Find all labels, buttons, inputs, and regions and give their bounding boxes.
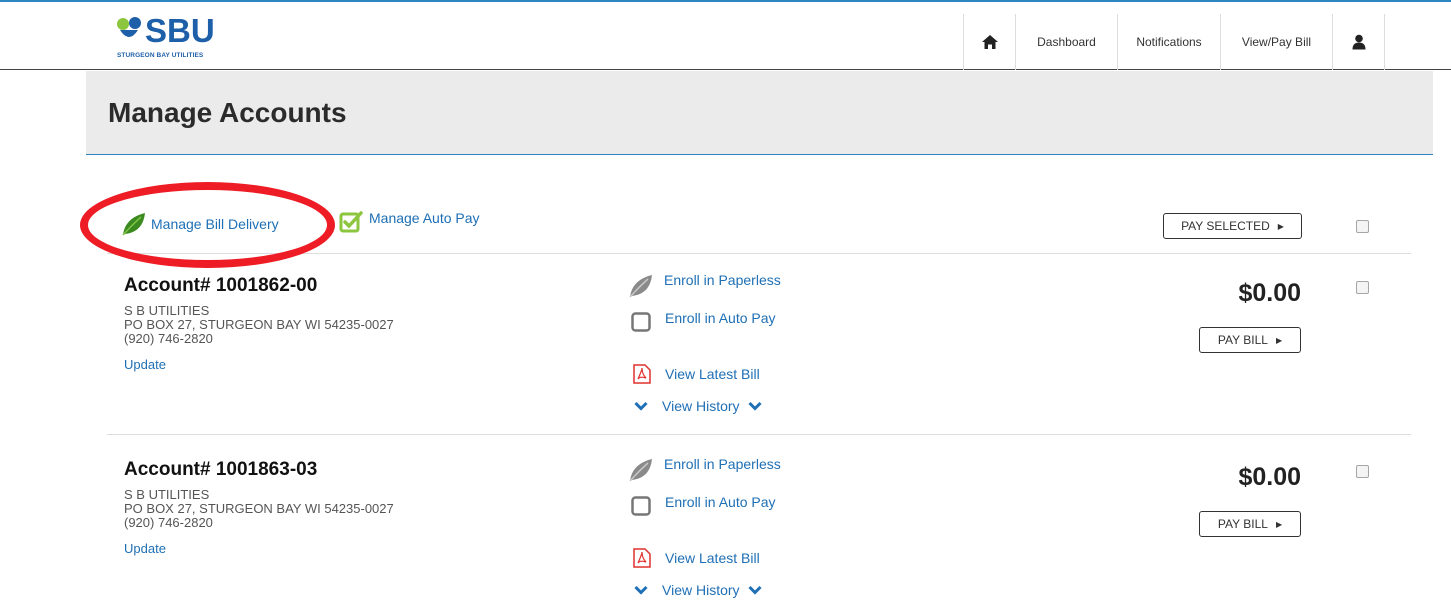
home-icon bbox=[981, 35, 998, 49]
account-name: S B UTILITIES bbox=[124, 303, 210, 318]
chevron-down-icon bbox=[634, 398, 648, 414]
view-latest-bill-label: View Latest Bill bbox=[665, 550, 760, 566]
enroll-autopay-label: Enroll in Auto Pay bbox=[665, 494, 776, 510]
empty-square-icon bbox=[631, 496, 651, 516]
chevron-down-icon bbox=[634, 582, 648, 598]
view-history-label: View History bbox=[662, 582, 740, 598]
account-balance: $0.00 bbox=[1238, 463, 1301, 491]
view-history-link[interactable]: View History bbox=[634, 582, 762, 598]
user-icon bbox=[1352, 34, 1365, 50]
view-history-link[interactable]: View History bbox=[634, 398, 762, 414]
nav-notifications[interactable]: Notifications bbox=[1118, 14, 1221, 70]
pdf-icon bbox=[633, 364, 651, 384]
green-leaf-icon bbox=[122, 213, 145, 236]
account-address: PO BOX 27, STURGEON BAY WI 54235-0027 bbox=[124, 317, 394, 332]
manage-bill-delivery-label: Manage Bill Delivery bbox=[151, 216, 279, 232]
account-phone: (920) 746-2820 bbox=[124, 331, 213, 346]
chevron-down-icon bbox=[747, 582, 762, 598]
divider bbox=[107, 434, 1411, 435]
sbu-logo[interactable]: SBU STURGEON BAY UTILITIES bbox=[115, 12, 275, 64]
caret-right-icon: ▶ bbox=[1275, 519, 1283, 529]
empty-square-icon bbox=[631, 312, 651, 332]
header: SBU STURGEON BAY UTILITIES Dashboard Not… bbox=[0, 2, 1451, 70]
view-latest-bill-label: View Latest Bill bbox=[665, 366, 760, 382]
account-name: S B UTILITIES bbox=[124, 487, 210, 502]
enroll-paperless-link[interactable]: Enroll in Paperless bbox=[628, 272, 781, 298]
logo-tagline: STURGEON BAY UTILITIES bbox=[117, 52, 204, 59]
account-balance: $0.00 bbox=[1238, 279, 1301, 307]
pay-selected-label: PAY SELECTED bbox=[1181, 219, 1270, 233]
gray-leaf-icon bbox=[629, 459, 652, 482]
divider bbox=[107, 253, 1411, 254]
logo-mark-icon bbox=[117, 17, 141, 37]
pay-selected-button[interactable]: PAY SELECTED ▶ bbox=[1163, 213, 1302, 239]
enroll-autopay-link[interactable]: Enroll in Auto Pay bbox=[631, 310, 776, 332]
account-checkbox[interactable] bbox=[1356, 281, 1369, 294]
pay-bill-label: PAY BILL bbox=[1217, 333, 1268, 347]
enroll-paperless-link[interactable]: Enroll in Paperless bbox=[628, 456, 781, 482]
account-address: PO BOX 27, STURGEON BAY WI 54235-0027 bbox=[124, 501, 394, 516]
page-title-bar: Manage Accounts bbox=[86, 71, 1433, 155]
account-checkbox[interactable] bbox=[1356, 465, 1369, 478]
account-phone: (920) 746-2820 bbox=[124, 515, 213, 530]
logo-wordmark: SBU bbox=[145, 12, 215, 49]
gray-leaf-icon bbox=[629, 275, 652, 298]
enroll-autopay-link[interactable]: Enroll in Auto Pay bbox=[631, 494, 776, 516]
nav-user[interactable] bbox=[1333, 14, 1385, 70]
manage-auto-pay-link[interactable]: Manage Auto Pay bbox=[339, 210, 480, 234]
top-nav: Dashboard Notifications View/Pay Bill bbox=[963, 14, 1385, 70]
enroll-autopay-label: Enroll in Auto Pay bbox=[665, 310, 776, 326]
nav-home[interactable] bbox=[964, 14, 1016, 70]
enroll-paperless-label: Enroll in Paperless bbox=[664, 272, 781, 288]
chevron-down-icon bbox=[747, 398, 762, 414]
enroll-paperless-label: Enroll in Paperless bbox=[664, 456, 781, 472]
pay-bill-label: PAY BILL bbox=[1217, 517, 1268, 531]
manage-bill-delivery-link[interactable]: Manage Bill Delivery bbox=[121, 212, 279, 236]
check-square-icon bbox=[339, 211, 363, 233]
manage-auto-pay-label: Manage Auto Pay bbox=[369, 210, 480, 226]
view-history-label: View History bbox=[662, 398, 740, 414]
nav-view-pay-bill[interactable]: View/Pay Bill bbox=[1221, 14, 1333, 70]
view-latest-bill-link[interactable]: View Latest Bill bbox=[633, 548, 760, 568]
account-number: Account# 1001863-03 bbox=[124, 459, 318, 480]
account-update-link[interactable]: Update bbox=[124, 357, 166, 372]
account-number: Account# 1001862-00 bbox=[124, 275, 318, 296]
page-title: Manage Accounts bbox=[108, 97, 347, 128]
caret-right-icon: ▶ bbox=[1277, 221, 1284, 231]
select-all-checkbox[interactable] bbox=[1356, 220, 1369, 233]
view-latest-bill-link[interactable]: View Latest Bill bbox=[633, 364, 760, 384]
pay-bill-button[interactable]: PAY BILL ▶ bbox=[1199, 327, 1301, 353]
account-update-link[interactable]: Update bbox=[124, 541, 166, 556]
pay-bill-button[interactable]: PAY BILL ▶ bbox=[1199, 511, 1301, 537]
pdf-icon bbox=[633, 548, 651, 568]
nav-dashboard[interactable]: Dashboard bbox=[1016, 14, 1118, 70]
caret-right-icon: ▶ bbox=[1275, 335, 1283, 345]
